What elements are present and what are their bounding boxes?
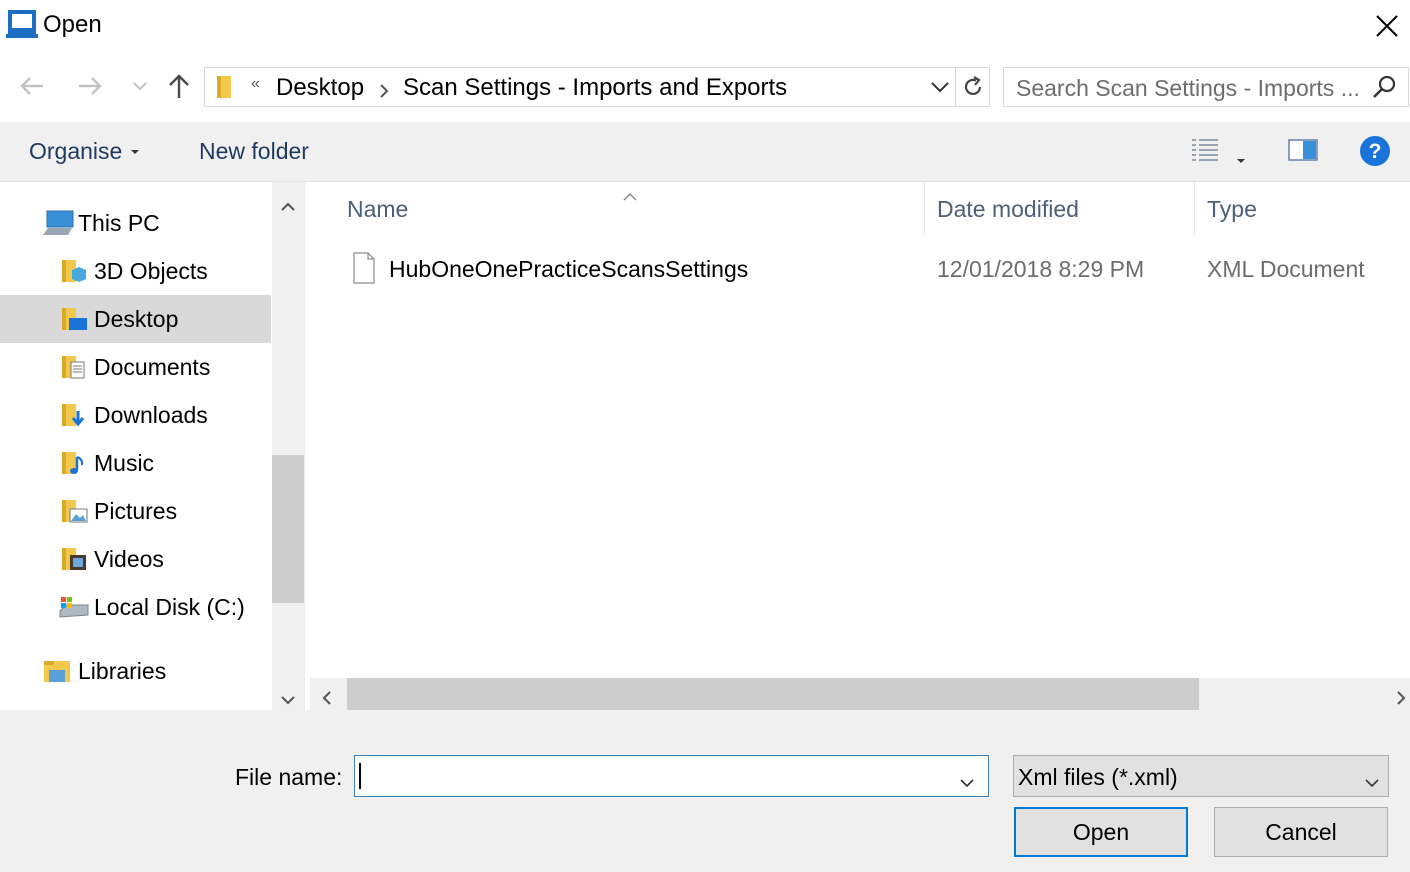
sidebar-item-label: Libraries	[78, 657, 167, 684]
window-title: Open	[43, 11, 102, 38]
sidebar-item-libraries[interactable]: Libraries	[0, 647, 271, 695]
downloads-folder-icon	[60, 401, 88, 429]
sidebar-item-music[interactable]: Music	[0, 439, 271, 487]
breadcrumb-scan-settings[interactable]: Scan Settings - Imports and Exports	[403, 74, 787, 102]
search-icon[interactable]	[1372, 74, 1398, 106]
forward-button[interactable]	[72, 68, 108, 104]
search-input[interactable]: Search Scan Settings - Imports ...	[1003, 67, 1409, 107]
sidebar-item-downloads[interactable]: Downloads	[0, 391, 271, 439]
column-header-name[interactable]: Name	[347, 182, 924, 236]
sidebar-item-label: Desktop	[94, 305, 179, 332]
3d-objects-folder-icon	[60, 257, 88, 285]
open-button[interactable]: Open	[1014, 807, 1188, 857]
svg-text:?: ?	[1369, 140, 1382, 163]
scrollbar-thumb[interactable]	[272, 455, 304, 603]
search-placeholder: Search Scan Settings - Imports ...	[1016, 75, 1360, 101]
recent-locations-button[interactable]	[122, 68, 158, 104]
dialog-footer: File name: Xml files (*.xml) Open Cancel	[0, 710, 1410, 872]
sidebar-item-3d-objects[interactable]: 3D Objects	[0, 247, 271, 295]
chevron-down-icon	[133, 82, 147, 91]
close-icon	[1376, 15, 1398, 37]
column-separator[interactable]	[1194, 182, 1195, 236]
title-bar: Open	[0, 0, 1410, 52]
arrow-left-icon	[20, 77, 43, 95]
refresh-button[interactable]	[955, 68, 989, 106]
scroll-down-icon[interactable]	[280, 685, 296, 711]
chevron-down-icon	[931, 82, 949, 93]
caret-down-icon	[1237, 159, 1245, 163]
close-button[interactable]	[1364, 6, 1410, 46]
file-type-select[interactable]: Xml files (*.xml)	[1013, 755, 1389, 797]
arrow-up-icon	[169, 74, 189, 98]
sidebar-item-label: 3D Objects	[94, 257, 208, 284]
sidebar-item-documents[interactable]: Documents	[0, 343, 271, 391]
file-row[interactable]: HubOneOnePracticeScansSettings 12/01/201…	[310, 246, 1410, 294]
documents-folder-icon	[60, 353, 88, 381]
arrow-right-icon	[79, 77, 102, 95]
sidebar-item-videos[interactable]: Videos	[0, 535, 271, 583]
command-bar: Organise New folder ?	[0, 122, 1410, 182]
scroll-left-icon[interactable]	[322, 686, 332, 712]
sidebar-item-label: Music	[94, 449, 155, 476]
scroll-up-icon[interactable]	[280, 192, 296, 218]
back-button[interactable]	[14, 68, 50, 104]
sidebar-item-local-disk[interactable]: Local Disk (C:)	[0, 583, 271, 631]
refresh-icon	[964, 76, 981, 96]
organise-button[interactable]: Organise	[29, 138, 140, 165]
sidebar-item-label: Downloads	[94, 401, 208, 428]
file-date-modified: 12/01/2018 8:29 PM	[937, 256, 1145, 282]
desktop-folder-icon	[60, 305, 88, 333]
sidebar-item-label: Videos	[94, 545, 164, 572]
local-disk-icon	[58, 593, 89, 621]
text-caret	[359, 763, 361, 789]
address-bar[interactable]: « Desktop Scan Settings - Imports and Ex…	[204, 67, 990, 107]
address-row: « Desktop Scan Settings - Imports and Ex…	[0, 52, 1410, 122]
file-name-label: File name:	[235, 764, 343, 790]
column-separator[interactable]	[924, 182, 925, 236]
new-folder-button[interactable]: New folder	[199, 138, 309, 165]
sidebar-item-label: This PC	[78, 209, 160, 236]
nav-pane-scrollbar[interactable]	[272, 182, 304, 710]
sidebar-item-pictures[interactable]: Pictures	[0, 487, 271, 535]
videos-folder-icon	[60, 545, 88, 573]
horizontal-scrollbar[interactable]	[310, 678, 1410, 710]
column-header-type[interactable]: Type	[1207, 182, 1407, 236]
preview-pane-icon[interactable]	[1288, 138, 1318, 168]
chevron-down-icon	[960, 779, 974, 788]
file-name-input[interactable]	[354, 755, 989, 797]
file-name: HubOneOnePracticeScansSettings	[389, 256, 749, 282]
navigation-pane: This PC 3D Objects Desktop Documents Dow…	[0, 182, 272, 710]
sidebar-item-this-pc[interactable]: This PC	[0, 199, 271, 247]
file-type-value: Xml files (*.xml)	[1018, 764, 1178, 790]
up-button[interactable]	[161, 68, 197, 104]
breadcrumb-desktop[interactable]: Desktop	[276, 74, 364, 102]
cancel-button[interactable]: Cancel	[1214, 807, 1388, 857]
file-list: Name Date modified Type HubOneOnePractic…	[310, 182, 1410, 678]
organise-label: Organise	[29, 138, 123, 164]
address-dropdown-button[interactable]	[925, 68, 955, 106]
details-view-icon[interactable]	[1190, 136, 1220, 170]
music-folder-icon	[60, 449, 88, 477]
scrollbar-thumb[interactable]	[347, 678, 1199, 710]
view-options-dropdown[interactable]	[1236, 144, 1246, 170]
scroll-right-icon[interactable]	[1396, 686, 1406, 712]
sidebar-item-label: Documents	[94, 353, 211, 380]
pictures-folder-icon	[60, 497, 88, 525]
column-header-date-modified[interactable]: Date modified	[937, 182, 1194, 236]
sidebar-item-label: Pictures	[94, 497, 178, 524]
overflow-chevron-icon[interactable]: «	[251, 75, 260, 93]
xml-file-icon	[352, 252, 376, 290]
libraries-icon	[42, 657, 70, 685]
caret-down-icon	[131, 149, 140, 154]
file-type: XML Document	[1207, 256, 1365, 282]
breadcrumb-separator-icon[interactable]	[379, 79, 389, 105]
file-name-dropdown[interactable]	[959, 768, 975, 794]
sidebar-item-label: Local Disk (C:)	[94, 593, 245, 620]
sidebar-item-desktop[interactable]: Desktop	[0, 295, 271, 343]
folder-icon	[214, 74, 236, 106]
chevron-down-icon	[1364, 768, 1380, 794]
open-dialog-icon	[6, 8, 38, 40]
help-icon[interactable]: ?	[1359, 135, 1391, 173]
computer-icon	[42, 209, 74, 237]
